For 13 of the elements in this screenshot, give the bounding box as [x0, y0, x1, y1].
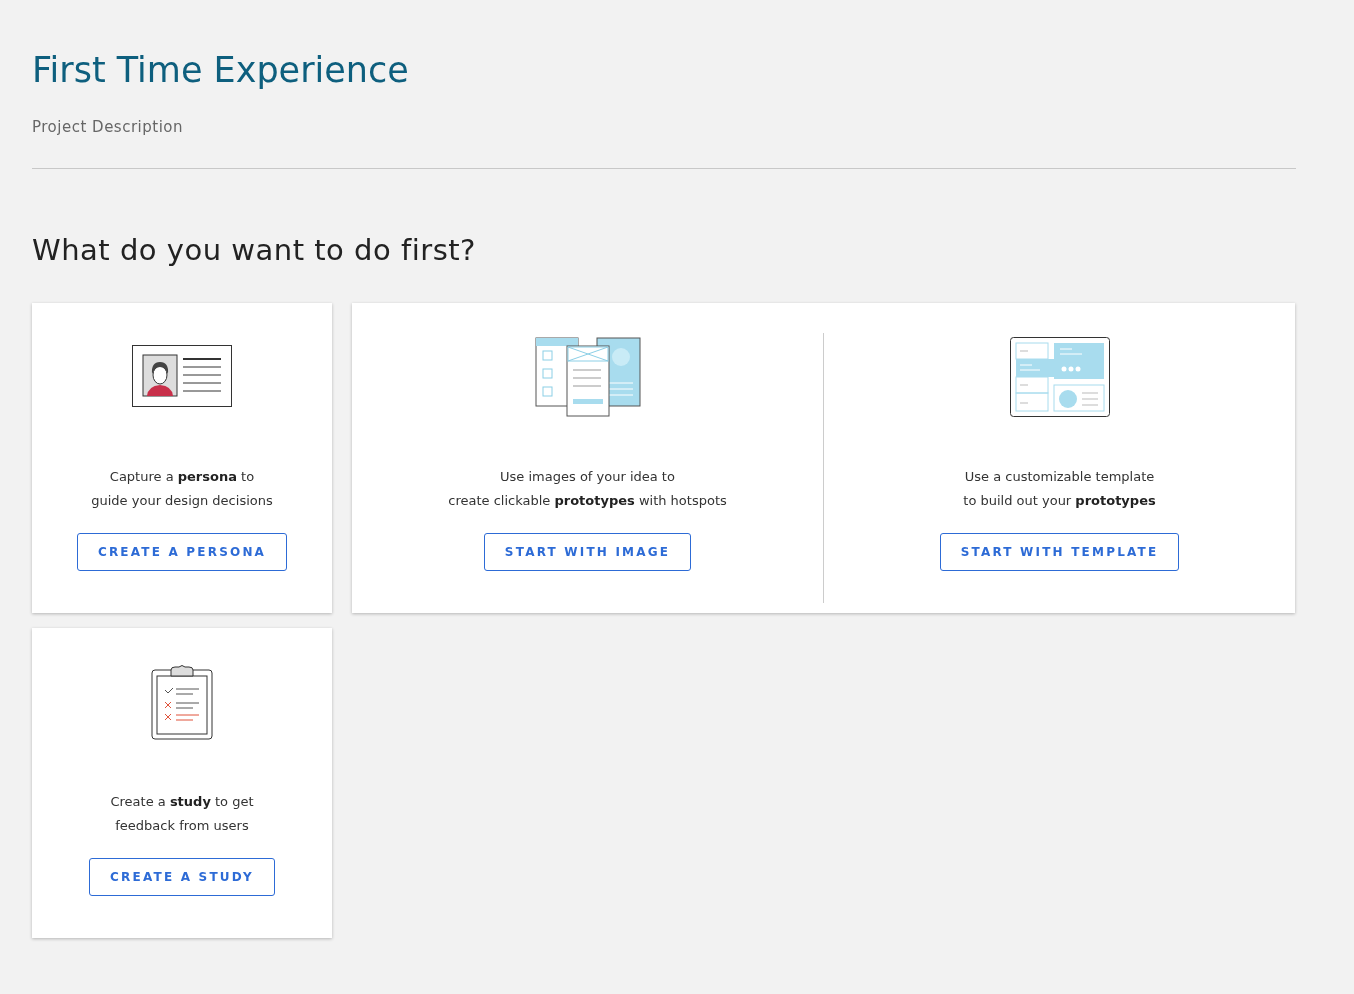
action-button[interactable]: CREATE A PERSONA: [76, 533, 288, 571]
wireframe-pages-icon: [534, 335, 641, 419]
option-description: Capture a persona to guide your design decisions: [91, 468, 273, 510]
project-description: Project Description: [32, 118, 185, 136]
action-button[interactable]: CREATE A STUDY: [89, 858, 275, 896]
action-button[interactable]: START WITH TEMPLATE: [939, 533, 1180, 571]
section-heading: What do you want to do first?: [32, 233, 477, 267]
option-description: Use a customizable template to build out your prototypes: [963, 468, 1156, 510]
dashboard-template-icon: [1009, 335, 1110, 419]
page-title: First Time Experience: [32, 49, 410, 92]
option-description: Use images of your idea to create clickable prototypes with hotspots: [448, 468, 727, 510]
action-button[interactable]: START WITH IMAGE: [483, 533, 692, 571]
option-description: Create a study to get feedback from users: [110, 793, 254, 835]
